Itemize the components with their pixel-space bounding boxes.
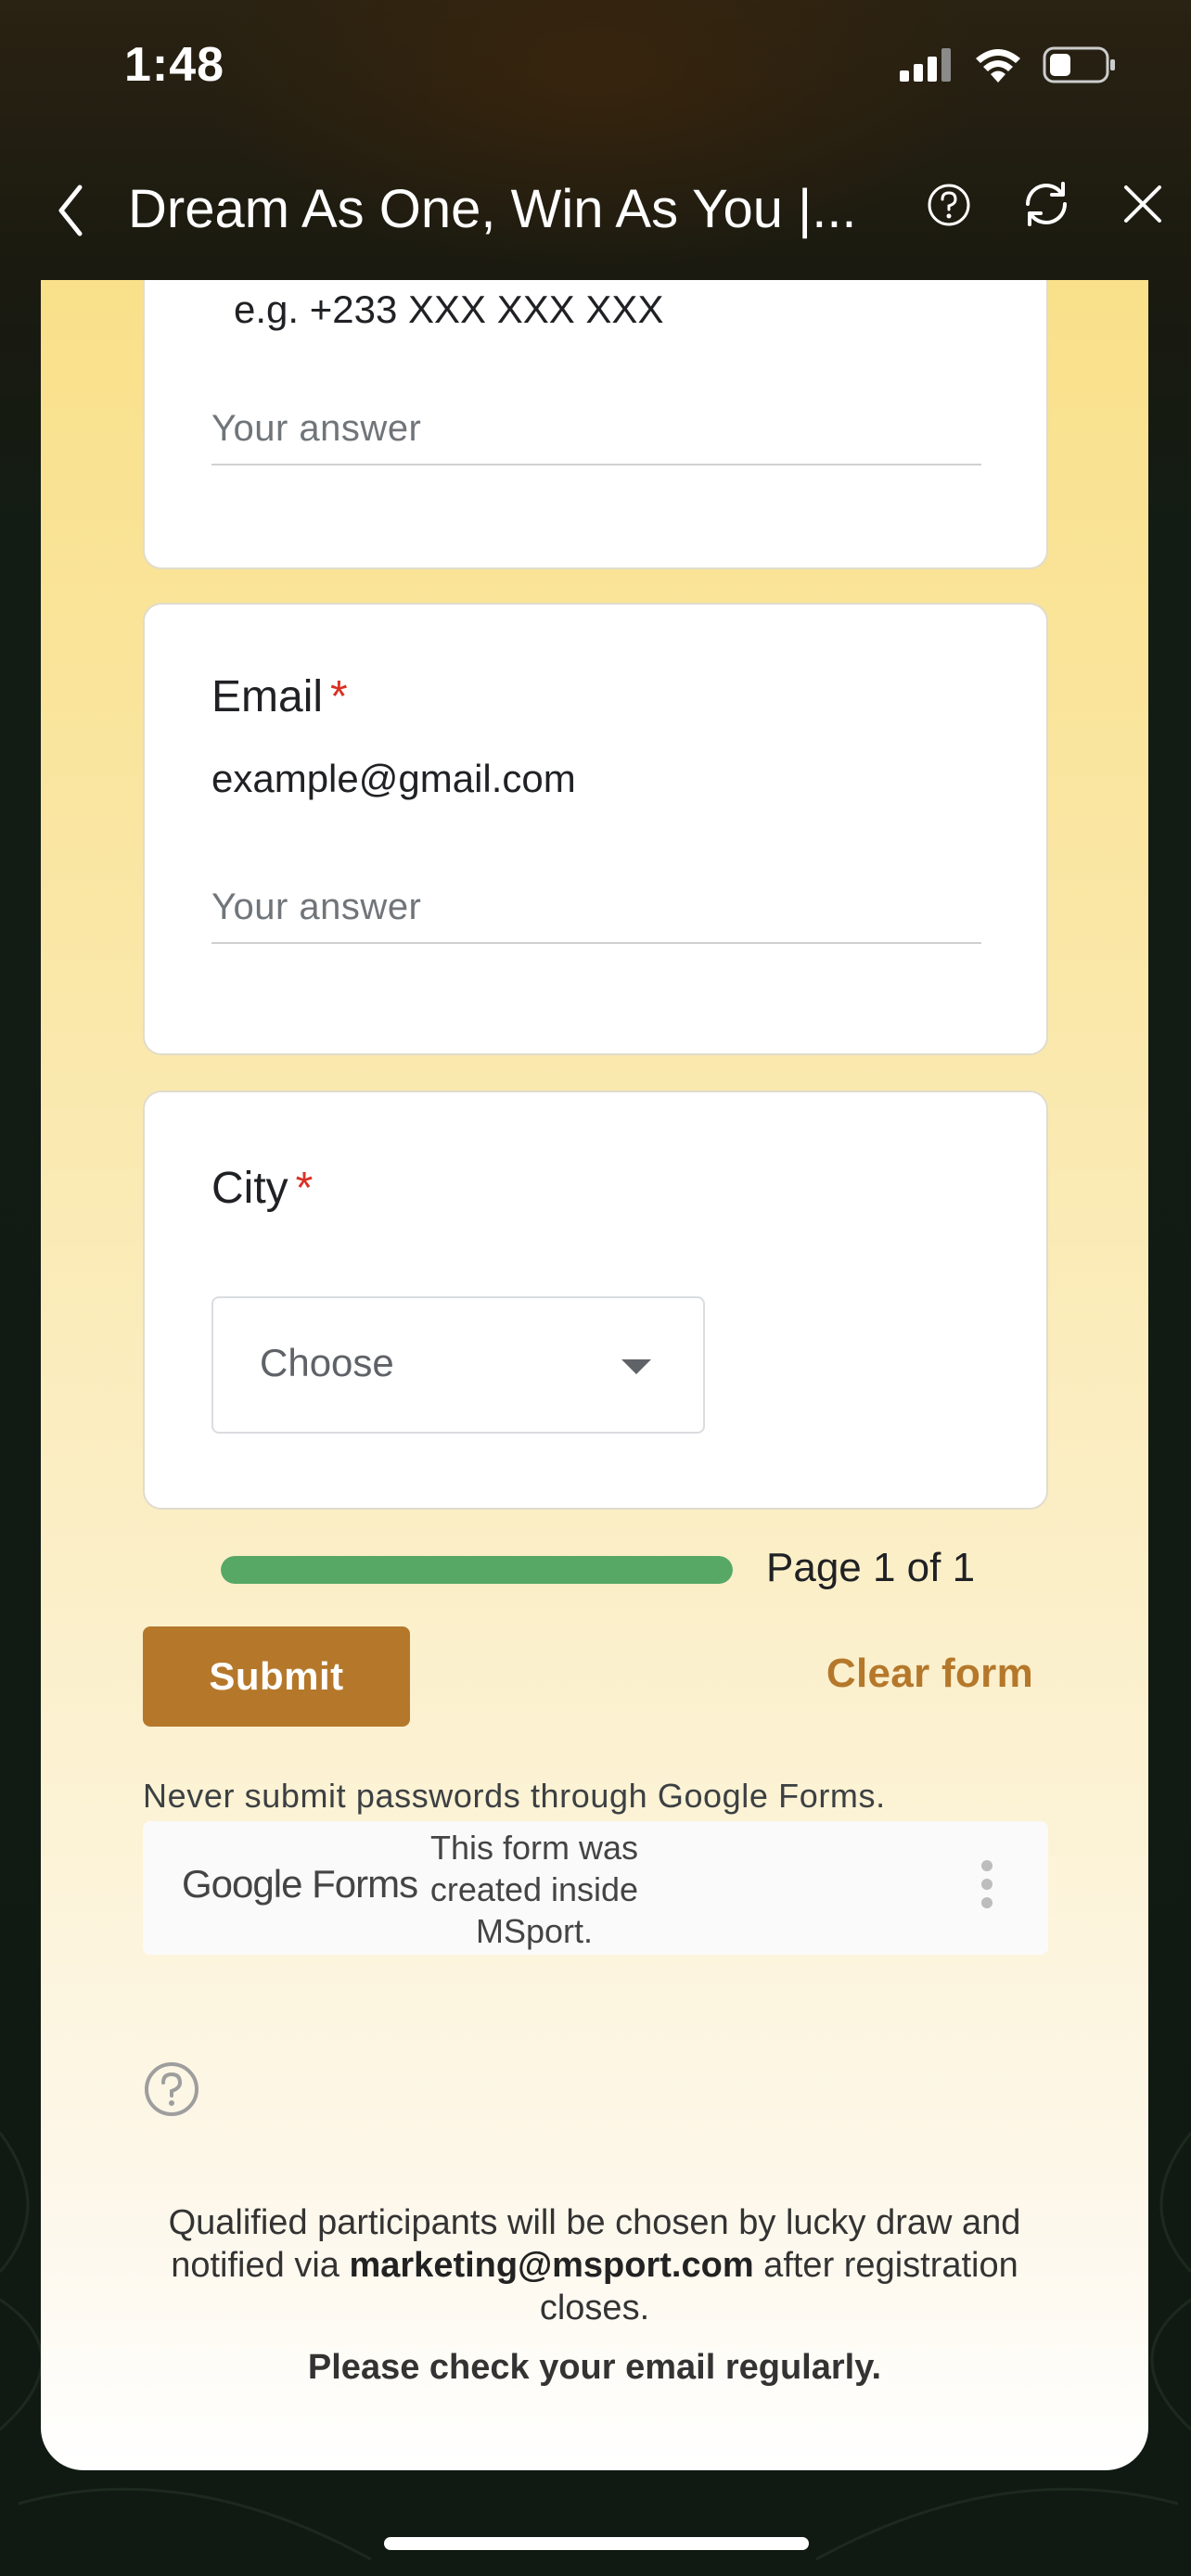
disclaimer-text: Qualified participants will be chosen by… [168, 2203, 1021, 2327]
form-created-text: This form was created inside MSport. [429, 1829, 639, 1950]
battery-icon [1043, 46, 1115, 83]
password-warning: Never submit passwords through Google Fo… [143, 1777, 886, 1815]
back-icon[interactable] [48, 178, 96, 243]
phone-answer-input[interactable]: Your answer [211, 391, 981, 465]
question-circle-icon[interactable] [143, 2060, 200, 2118]
progress-bar [221, 1556, 733, 1584]
submit-button[interactable]: Submit [143, 1626, 410, 1727]
status-icons [900, 46, 1117, 83]
more-options-icon[interactable] [976, 1860, 998, 1916]
status-bar: 1:48 [0, 0, 1191, 139]
refresh-icon[interactable] [1020, 178, 1072, 230]
progress-fill [221, 1556, 733, 1584]
check-email-notice: Please check your email regularly. [307, 2348, 882, 2387]
clear-form-button[interactable]: Clear form [811, 1651, 1033, 1697]
email-description: example@gmail.com [211, 757, 576, 800]
close-icon[interactable] [1122, 184, 1163, 224]
phone-question-card: e.g. +233 XXX XXX XXX Your answer [143, 280, 1048, 569]
required-marker: * [295, 1164, 314, 1213]
email-answer-input[interactable]: Your answer [211, 870, 981, 944]
page-title: Dream As One, Win As You |... [128, 179, 857, 239]
wifi-icon [976, 49, 1020, 83]
signal-icon [900, 48, 951, 82]
progress-text: Page 1 of 1 [766, 1545, 976, 1590]
city-dropdown-value: Choose [260, 1341, 394, 1384]
city-dropdown[interactable]: Choose [211, 1296, 705, 1434]
city-label: City * [211, 1164, 314, 1213]
required-marker: * [330, 672, 348, 721]
email-label: Email * [211, 672, 348, 721]
help-icon[interactable] [926, 182, 972, 228]
caret-down-icon [621, 1359, 651, 1374]
city-question-card: City * Choose [143, 1090, 1048, 1510]
status-time: 1:48 [124, 38, 225, 92]
google-forms-footer: Google Forms This form was created insid… [143, 1821, 1048, 1955]
email-question-card: Email * example@gmail.com Your answer [143, 603, 1048, 1055]
contact-email: marketing@msport.com [349, 2246, 754, 2285]
google-forms-logo: Google Forms [182, 1862, 418, 1906]
form-sheet: e.g. +233 XXX XXX XXX Your answer Email *… [41, 280, 1148, 2470]
phone-hint: e.g. +233 XXX XXX XXX [234, 287, 664, 331]
top-nav-bar: Dream As One, Win As You |... [0, 139, 1191, 280]
home-indicator[interactable] [384, 2537, 809, 2550]
